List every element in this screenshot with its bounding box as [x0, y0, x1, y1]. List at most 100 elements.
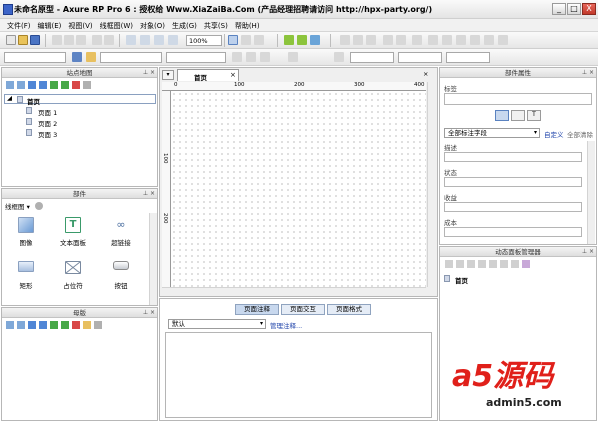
text-icon[interactable] [334, 52, 344, 62]
edit-all-icon[interactable] [500, 260, 508, 268]
annotations-tab-icon[interactable] [495, 110, 509, 121]
clear-all-link[interactable]: 全部清除 [567, 129, 593, 139]
design-canvas[interactable] [171, 91, 426, 287]
align-left-icon[interactable] [428, 35, 438, 45]
move-down-icon[interactable] [39, 81, 47, 89]
widget-library-select[interactable]: 线框图 ▾ [5, 201, 30, 211]
tab-page-formatting[interactable]: 页面格式 [327, 304, 371, 315]
search-icon[interactable] [35, 202, 43, 210]
align-right-icon[interactable] [456, 35, 466, 45]
move-down-icon[interactable] [478, 260, 486, 268]
fill-color-icon[interactable] [353, 35, 363, 45]
line-style-icon[interactable] [396, 35, 406, 45]
cost-select[interactable] [444, 227, 582, 237]
description-input[interactable] [444, 152, 582, 162]
notes-dropdown[interactable]: 默认 ▾ [168, 319, 266, 329]
menu-file[interactable]: 文件(F) [4, 19, 35, 31]
status-select[interactable] [444, 177, 582, 187]
tab-page-notes[interactable]: 页面注释 [235, 304, 279, 315]
pin-icon[interactable]: ⊥ × [143, 190, 155, 197]
widget-button[interactable]: 按钮 [100, 261, 142, 290]
minimize-button[interactable]: _ [552, 3, 566, 15]
group-icon[interactable] [140, 35, 150, 45]
search-icon[interactable] [83, 81, 91, 89]
add-master-icon[interactable] [6, 321, 14, 329]
canvas-horizontal-scrollbar[interactable] [162, 287, 426, 295]
usage-icon[interactable] [83, 321, 91, 329]
menu-wireframe[interactable]: 线框图(W) [97, 19, 137, 31]
align-icon[interactable] [340, 35, 350, 45]
sitemap-page[interactable]: 页面 1 [26, 106, 126, 117]
indent-icon[interactable] [50, 321, 58, 329]
zoom-select[interactable]: 100% [186, 35, 222, 46]
properties-scrollbar[interactable] [587, 141, 595, 244]
tab-page-interactions[interactable]: 页面交互 [281, 304, 325, 315]
sitemap-root-row[interactable]: ◢ 首页 [4, 94, 156, 106]
style-select[interactable] [166, 52, 226, 63]
label-input[interactable] [444, 93, 592, 105]
sitemap-page[interactable]: 页面 3 [26, 128, 126, 139]
redo-icon[interactable] [104, 35, 114, 45]
width-field[interactable] [446, 52, 490, 63]
outdent-icon[interactable] [61, 81, 69, 89]
customize-link[interactable]: 自定义 [544, 129, 564, 139]
menu-help[interactable]: 帮助(H) [232, 19, 264, 31]
open-icon[interactable] [18, 35, 28, 45]
menu-share[interactable]: 共享(S) [201, 19, 232, 31]
widget-rectangle[interactable]: 矩形 [5, 261, 47, 290]
generate-prototype-icon[interactable] [284, 35, 294, 45]
menu-object[interactable]: 对象(O) [137, 19, 169, 31]
widget-image[interactable]: 图像 [5, 217, 47, 247]
move-up-icon[interactable] [28, 81, 36, 89]
collapse-icon[interactable]: ◢ [7, 94, 12, 102]
align-top-icon[interactable] [470, 35, 480, 45]
indent-icon[interactable] [50, 81, 58, 89]
format-painter-icon[interactable] [126, 35, 136, 45]
connector-icon[interactable] [241, 35, 251, 45]
benefit-select[interactable] [444, 202, 582, 212]
close-button[interactable]: X [582, 3, 596, 15]
menu-generate[interactable]: 生成(G) [169, 19, 201, 31]
select-pointer-icon[interactable] [228, 35, 238, 45]
font-size-select[interactable] [100, 52, 162, 63]
ungroup-icon[interactable] [154, 35, 164, 45]
widget-hyperlink[interactable]: ∞ 超链接 [100, 217, 142, 247]
delete-icon[interactable] [72, 321, 80, 329]
interactions-tab-icon[interactable] [511, 110, 525, 121]
line-color-icon[interactable] [366, 35, 376, 45]
move-up-icon[interactable] [28, 321, 36, 329]
close-tab-icon[interactable]: × [230, 71, 236, 79]
delete-icon[interactable] [72, 81, 80, 89]
filter-icon[interactable] [522, 260, 530, 268]
publish-icon[interactable] [297, 35, 307, 45]
widgets-scrollbar[interactable] [149, 213, 157, 305]
close-pane-icon[interactable]: × [423, 70, 428, 78]
pin-icon[interactable]: ⊥ × [143, 69, 155, 76]
add-state-icon[interactable] [445, 260, 453, 268]
pin-icon[interactable]: ⊥ × [582, 69, 594, 76]
tab-home[interactable]: 首页 × [177, 69, 239, 82]
undo-icon[interactable] [92, 35, 102, 45]
menu-edit[interactable]: 编辑(E) [35, 19, 66, 31]
fields-select[interactable]: 全部标注字段 ▾ [444, 128, 540, 138]
line-width-icon[interactable] [383, 35, 393, 45]
new-icon[interactable] [6, 35, 16, 45]
bold-icon[interactable] [232, 52, 242, 62]
tab-list-dropdown[interactable]: ▾ [162, 70, 174, 80]
move-up-icon[interactable] [467, 260, 475, 268]
x-position-field[interactable] [350, 52, 394, 63]
y-position-field[interactable] [398, 52, 442, 63]
widget-placeholder[interactable]: 占位符 [52, 261, 94, 290]
underline-icon[interactable] [260, 52, 270, 62]
align-middle-icon[interactable] [484, 35, 494, 45]
align-center-icon[interactable] [442, 35, 452, 45]
widget-text-panel[interactable]: T 文本面板 [52, 217, 94, 247]
save-icon[interactable] [30, 35, 40, 45]
font-color-icon[interactable] [72, 52, 82, 62]
sitemap-page[interactable]: 页面 2 [26, 117, 126, 128]
font-family-select[interactable] [4, 52, 66, 63]
manage-notes-link[interactable]: 管理注释... [270, 320, 302, 330]
formatting-tab-icon[interactable]: T [527, 110, 541, 121]
copy-icon[interactable] [64, 35, 74, 45]
search-icon[interactable] [94, 321, 102, 329]
